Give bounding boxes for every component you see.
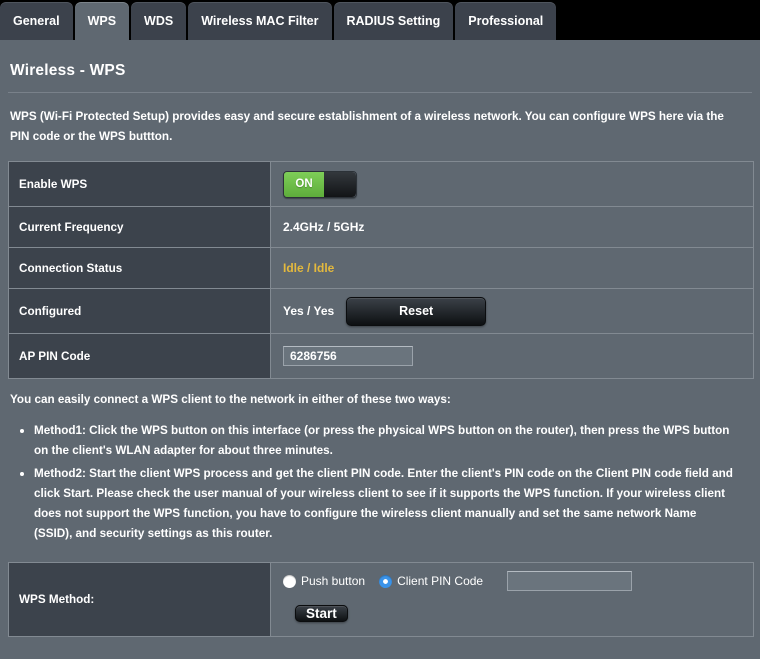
radio-push-button-label[interactable]: Push button: [301, 574, 365, 588]
current-frequency-value: 2.4GHz / 5GHz: [271, 207, 753, 247]
current-frequency-label: Current Frequency: [9, 207, 271, 247]
radio-push-button[interactable]: [283, 574, 296, 588]
table-row-current-frequency: Current Frequency 2.4GHz / 5GHz: [9, 207, 753, 248]
wps-content-panel: Wireless - WPS WPS (Wi-Fi Protected Setu…: [0, 40, 760, 659]
tab-general[interactable]: General: [0, 2, 73, 40]
wps-method-value-cell: Push button Client PIN Code Start: [271, 563, 753, 636]
connection-status-value-cell: Idle / Idle: [271, 248, 753, 288]
list-item: Method1: Click the WPS button on this in…: [34, 420, 760, 461]
page-intro-text: WPS (Wi-Fi Protected Setup) provides eas…: [10, 110, 724, 143]
wps-method-table: WPS Method: Push button Client PIN Code …: [8, 562, 754, 637]
ap-pin-code-label: AP PIN Code: [9, 334, 271, 378]
panel-bottom-spacer: [0, 637, 760, 649]
connection-status-label: Connection Status: [9, 248, 271, 288]
ap-pin-code-input[interactable]: [283, 346, 413, 366]
radio-client-pin-code-label[interactable]: Client PIN Code: [397, 574, 483, 588]
tab-wireless-mac-filter[interactable]: Wireless MAC Filter: [188, 2, 332, 40]
enable-wps-toggle[interactable]: ON: [283, 170, 357, 198]
table-row-wps-method: WPS Method: Push button Client PIN Code …: [9, 563, 753, 636]
enable-wps-label: Enable WPS: [9, 162, 271, 206]
tab-professional[interactable]: Professional: [455, 2, 557, 40]
enable-wps-value: ON: [271, 162, 753, 206]
table-row-ap-pin-code: AP PIN Code: [9, 334, 753, 379]
client-pin-code-input[interactable]: [507, 571, 633, 591]
configured-label: Configured: [9, 289, 271, 333]
wps-method-label: WPS Method:: [9, 563, 271, 636]
reset-button[interactable]: Reset: [346, 296, 487, 326]
list-item: Method2: Start the client WPS process an…: [34, 463, 760, 544]
instructions-list: Method1: Click the WPS button on this in…: [0, 420, 760, 544]
start-button[interactable]: Start: [295, 605, 348, 622]
page-title: Wireless - WPS: [10, 62, 126, 79]
start-button-wrap: Start: [283, 599, 348, 628]
wps-settings-table: Enable WPS ON Current Frequency 2.4GHz /…: [8, 161, 754, 379]
toggle-knob: [324, 171, 356, 197]
radio-client-pin-code[interactable]: [379, 574, 393, 588]
configured-value: Yes / Yes: [283, 304, 335, 318]
toggle-on-label: ON: [284, 171, 324, 197]
tab-strip: General WPS WDS Wireless MAC Filter RADI…: [0, 0, 760, 40]
status-badge: Idle / Idle: [283, 261, 335, 275]
table-row-enable-wps: Enable WPS ON: [9, 162, 753, 207]
instructions-heading: You can easily connect a WPS client to t…: [10, 393, 451, 406]
tab-radius-setting[interactable]: RADIUS Setting: [333, 2, 454, 40]
wps-method-options: Push button Client PIN Code: [283, 571, 633, 591]
table-row-configured: Configured Yes / Yes Reset: [9, 289, 753, 334]
tab-wds[interactable]: WDS: [131, 2, 187, 40]
table-row-connection-status: Connection Status Idle / Idle: [9, 248, 753, 289]
configured-value-cell: Yes / Yes Reset: [271, 289, 753, 333]
tab-wps[interactable]: WPS: [74, 2, 130, 40]
ap-pin-code-value-cell: [271, 334, 753, 378]
